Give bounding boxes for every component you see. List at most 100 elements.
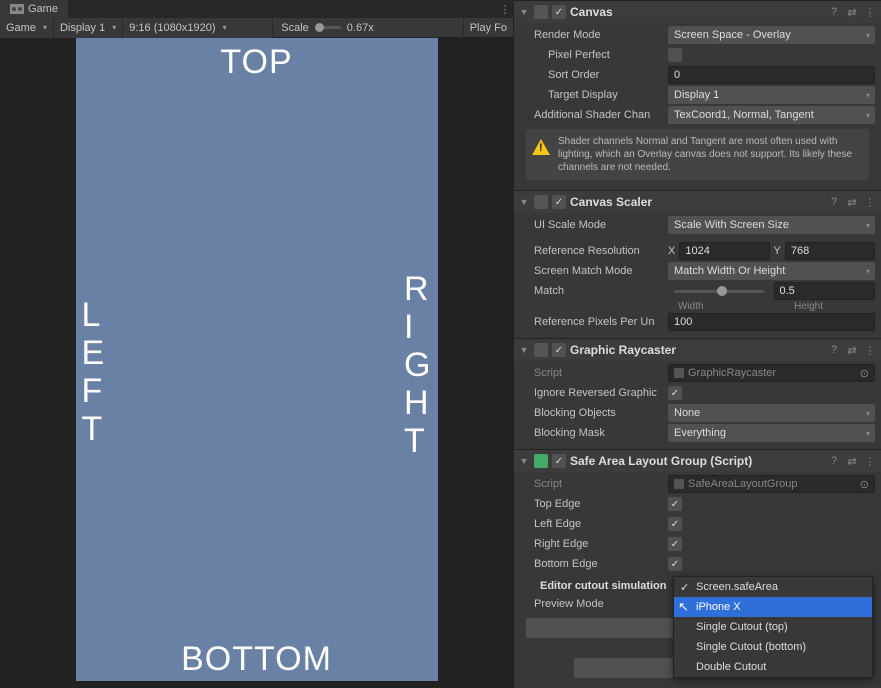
scale-label: Scale xyxy=(281,22,309,34)
raycaster-title: Graphic Raycaster xyxy=(570,343,823,357)
block-mask-dropdown[interactable]: Everything xyxy=(668,424,875,442)
match-label: Match xyxy=(520,285,664,297)
popup-item-iphone-x[interactable]: ↖iPhone X xyxy=(674,597,872,617)
scaler-header[interactable]: ▼ Canvas Scaler ? ⇄ ⋮ xyxy=(514,191,881,213)
fold-icon[interactable]: ▼ xyxy=(518,197,530,207)
warning-text: Shader channels Normal and Tangent are m… xyxy=(558,135,863,174)
game-toolbar: Game Display 1 9:16 (1080x1920) Scale 0.… xyxy=(0,18,513,38)
aspect-dropdown[interactable]: 9:16 (1080x1920) xyxy=(123,18,273,38)
display-dropdown[interactable]: Display 1 xyxy=(54,18,123,38)
raycaster-header[interactable]: ▼ Graphic Raycaster ? ⇄ ⋮ xyxy=(514,339,881,361)
ignore-checkbox[interactable] xyxy=(668,386,682,400)
canvas-text-top: TOP xyxy=(220,43,292,82)
match-mode-label: Screen Match Mode xyxy=(520,265,664,277)
block-obj-dropdown[interactable]: None xyxy=(668,404,875,422)
game-viewport: TOP BOTTOM L E F T R I G H T xyxy=(0,38,513,688)
scaler-icon xyxy=(534,195,548,209)
popup-item-screen-safearea[interactable]: Screen.safeArea xyxy=(674,577,872,597)
pixel-perfect-checkbox[interactable] xyxy=(668,48,682,62)
preset-icon[interactable]: ⇄ xyxy=(845,344,859,357)
game-tab-bar: Game ⋮ xyxy=(0,0,513,18)
game-canvas: TOP BOTTOM L E F T R I G H T xyxy=(76,38,438,681)
popup-item-double[interactable]: Double Cutout xyxy=(674,657,872,677)
scale-mode-dropdown[interactable]: Scale With Screen Size xyxy=(668,216,875,234)
help-icon[interactable]: ? xyxy=(827,196,841,208)
preset-icon[interactable]: ⇄ xyxy=(845,196,859,209)
popup-item-single-bottom[interactable]: Single Cutout (bottom) xyxy=(674,637,872,657)
menu-icon[interactable]: ⋮ xyxy=(863,455,877,468)
game-tab-label: Game xyxy=(28,3,58,15)
shader-chan-dropdown[interactable]: TexCoord1, Normal, Tangent xyxy=(668,106,875,124)
block-mask-label: Blocking Mask xyxy=(520,427,664,439)
popup-item-single-top[interactable]: Single Cutout (top) xyxy=(674,617,872,637)
canvas-title: Canvas xyxy=(570,5,823,19)
menu-icon[interactable]: ⋮ xyxy=(863,6,877,19)
menu-icon[interactable]: ⋮ xyxy=(863,196,877,209)
scale-value: 0.67x xyxy=(347,22,374,34)
match-value-input[interactable]: 0.5 xyxy=(774,282,876,300)
right-edge-checkbox[interactable] xyxy=(668,537,682,551)
match-mode-dropdown[interactable]: Match Width Or Height xyxy=(668,262,875,280)
scale-slider[interactable] xyxy=(315,26,341,29)
raycaster-icon xyxy=(534,343,548,357)
script-label: Script xyxy=(520,367,664,379)
inspector-panel: ▼ Canvas ? ⇄ ⋮ Render Mode Screen Space -… xyxy=(514,0,881,688)
game-panel: Game ⋮ Game Display 1 9:16 (1080x1920) S… xyxy=(0,0,514,688)
tab-options-icon[interactable]: ⋮ xyxy=(497,0,513,18)
top-edge-checkbox[interactable] xyxy=(668,497,682,511)
render-mode-dropdown[interactable]: Screen Space - Overlay xyxy=(668,26,875,44)
script-icon xyxy=(674,368,684,378)
preview-mode-label: Preview Mode xyxy=(520,598,664,610)
canvas-text-right: R I G H T xyxy=(404,270,431,460)
canvas-text-left: L E F T xyxy=(82,296,106,448)
render-mode-label: Render Mode xyxy=(520,29,664,41)
match-low-label: Width xyxy=(678,301,704,312)
raycaster-enable-checkbox[interactable] xyxy=(552,343,566,357)
scaler-enable-checkbox[interactable] xyxy=(552,195,566,209)
game-tab[interactable]: Game xyxy=(0,0,68,18)
bottom-edge-checkbox[interactable] xyxy=(668,557,682,571)
ignore-label: Ignore Reversed Graphic xyxy=(520,387,664,399)
canvas-icon xyxy=(534,5,548,19)
left-edge-label: Left Edge xyxy=(520,518,664,530)
shader-chan-label: Additional Shader Chan xyxy=(520,109,664,121)
fold-icon[interactable]: ▼ xyxy=(518,345,530,355)
sort-order-label: Sort Order xyxy=(520,69,664,81)
cursor-icon: ↖ xyxy=(678,599,689,615)
scale-control: Scale 0.67x xyxy=(273,18,381,38)
safe-area-header[interactable]: ▼ Safe Area Layout Group (Script) ? ⇄ ⋮ xyxy=(514,450,881,472)
match-slider[interactable] xyxy=(674,290,764,293)
fold-icon[interactable]: ▼ xyxy=(518,456,530,466)
help-icon[interactable]: ? xyxy=(827,344,841,356)
play-focused-button[interactable]: Play Fo xyxy=(463,18,513,38)
canvas-header[interactable]: ▼ Canvas ? ⇄ ⋮ xyxy=(514,1,881,23)
ref-px-label: Reference Pixels Per Un xyxy=(520,316,664,328)
safe-area-enable-checkbox[interactable] xyxy=(552,454,566,468)
preset-icon[interactable]: ⇄ xyxy=(845,6,859,19)
bottom-edge-label: Bottom Edge xyxy=(520,558,664,570)
pixel-perfect-label: Pixel Perfect xyxy=(520,49,664,61)
preset-icon[interactable]: ⇄ xyxy=(845,455,859,468)
ref-x-input[interactable]: 1024 xyxy=(679,242,769,260)
canvas-enable-checkbox[interactable] xyxy=(552,5,566,19)
target-display-dropdown[interactable]: Display 1 xyxy=(668,86,875,104)
shader-warning: Shader channels Normal and Tangent are m… xyxy=(526,129,869,180)
view-dropdown[interactable]: Game xyxy=(0,18,54,38)
component-raycaster: ▼ Graphic Raycaster ? ⇄ ⋮ ScriptGraphicR… xyxy=(514,338,881,449)
script-ref: SafeAreaLayoutGroup⊙ xyxy=(668,475,875,493)
fold-icon[interactable]: ▼ xyxy=(518,7,530,17)
target-display-label: Target Display xyxy=(520,89,664,101)
canvas-text-bottom: BOTTOM xyxy=(181,640,332,679)
help-icon[interactable]: ? xyxy=(827,455,841,467)
menu-icon[interactable]: ⋮ xyxy=(863,344,877,357)
object-picker-icon[interactable]: ⊙ xyxy=(860,478,869,491)
help-icon[interactable]: ? xyxy=(827,6,841,18)
block-obj-label: Blocking Objects xyxy=(520,407,664,419)
component-canvas: ▼ Canvas ? ⇄ ⋮ Render Mode Screen Space -… xyxy=(514,0,881,190)
ref-y-input[interactable]: 768 xyxy=(785,242,875,260)
left-edge-checkbox[interactable] xyxy=(668,517,682,531)
object-picker-icon[interactable]: ⊙ xyxy=(860,367,869,380)
sort-order-input[interactable]: 0 xyxy=(668,66,875,84)
script-label: Script xyxy=(520,478,664,490)
ref-px-input[interactable]: 100 xyxy=(668,313,875,331)
